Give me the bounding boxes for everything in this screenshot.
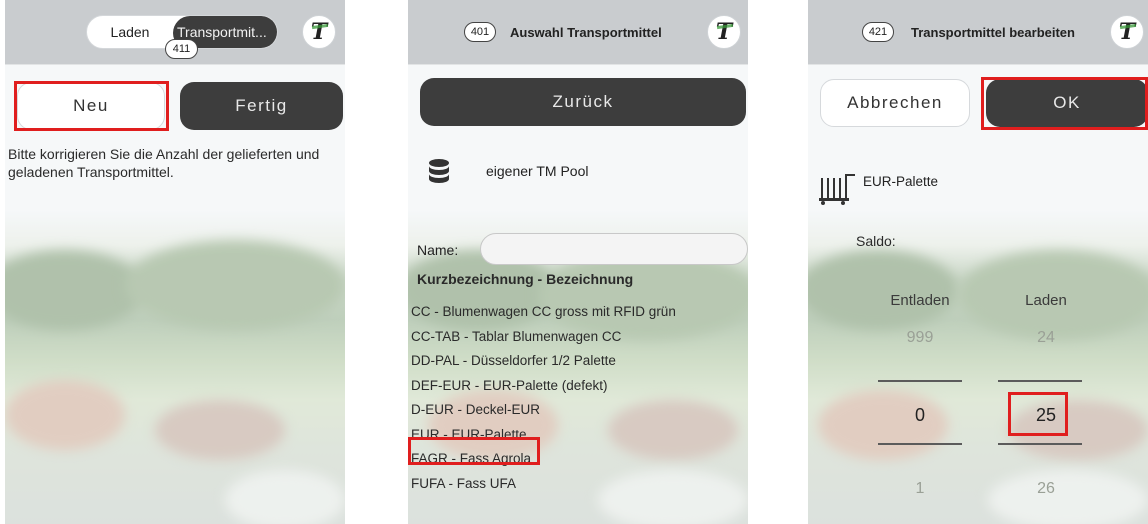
list-item[interactable]: CC - Blumenwagen CC gross mit RFID grün xyxy=(411,300,746,325)
picker-divider xyxy=(878,443,962,445)
app-header: 421 Transportmittel bearbeiten T xyxy=(808,0,1148,64)
name-label: Name: xyxy=(417,242,459,258)
app-header: 401 Auswahl Transportmittel T xyxy=(408,0,748,64)
name-search-input[interactable] xyxy=(480,233,748,265)
list-item[interactable]: DEF-EUR - EUR-Palette (defekt) xyxy=(411,374,746,399)
saldo-label: Saldo: xyxy=(856,233,896,249)
list-item[interactable]: FAGR - Fass Agrola xyxy=(411,447,746,472)
back-button[interactable]: Zurück xyxy=(420,78,746,126)
unload-picker[interactable]: 0 xyxy=(865,405,975,426)
screen-number-badge: 421 xyxy=(862,22,894,42)
company-logo-icon: T xyxy=(1110,15,1144,49)
screen-transportmittel-bearbeiten: 421 Transportmittel bearbeiten T Abbrech… xyxy=(808,0,1148,524)
load-column-header: Laden xyxy=(1025,292,1067,309)
picker-divider xyxy=(878,380,962,382)
list-item[interactable]: DD-PAL - Düsseldorfer 1/2 Palette xyxy=(411,349,746,374)
screen-laden: Laden Transportmit... 411 T Neu Fertig B… xyxy=(5,0,345,524)
company-logo-icon: T xyxy=(707,15,741,49)
list-header: Kurzbezeichnung - Bezeichnung xyxy=(417,271,634,287)
app-header: Laden Transportmit... 411 T xyxy=(5,0,345,64)
load-next-value[interactable]: 26 xyxy=(991,480,1101,498)
item-label: EUR-Palette xyxy=(863,174,939,189)
list-item-selected[interactable]: EUR - EUR-Palette xyxy=(411,423,746,448)
unload-prev-value[interactable]: 999 xyxy=(865,329,975,347)
page-title: Transportmittel bearbeiten xyxy=(911,25,1075,40)
load-prev-value[interactable]: 24 xyxy=(991,329,1101,347)
unload-next-value[interactable]: 1 xyxy=(865,480,975,498)
screen-number-badge: 401 xyxy=(464,22,496,42)
screen-number-badge: 411 xyxy=(165,39,198,59)
page-title: Auswahl Transportmittel xyxy=(510,25,662,40)
done-button[interactable]: Fertig xyxy=(180,82,343,130)
list-item[interactable]: FUFA - Fass UFA xyxy=(411,472,746,497)
unload-column-header: Entladen xyxy=(890,292,950,309)
pallet-icon xyxy=(819,174,855,205)
load-picker[interactable]: 25 xyxy=(991,405,1101,426)
cancel-button[interactable]: Abbrechen xyxy=(820,79,970,127)
list-item[interactable]: CC-TAB - Tablar Blumenwagen CC xyxy=(411,325,746,350)
screen-auswahl-transportmittel: 401 Auswahl Transportmittel T Zurück eig… xyxy=(408,0,748,524)
database-icon xyxy=(429,159,449,183)
transport-list: CC - Blumenwagen CC gross mit RFID grün … xyxy=(411,300,746,496)
company-logo-icon: T xyxy=(302,15,336,49)
segment-laden[interactable]: Laden xyxy=(87,16,173,48)
ok-button[interactable]: OK xyxy=(986,79,1148,127)
pool-label: eigener TM Pool xyxy=(486,163,589,179)
picker-divider xyxy=(998,380,1082,382)
list-item[interactable]: D-EUR - Deckel-EUR xyxy=(411,398,746,423)
landscape-background xyxy=(5,0,345,524)
instruction-text: Bitte korrigieren Sie die Anzahl der gel… xyxy=(8,146,320,180)
picker-divider xyxy=(998,443,1082,445)
new-button[interactable]: Neu xyxy=(17,82,165,130)
